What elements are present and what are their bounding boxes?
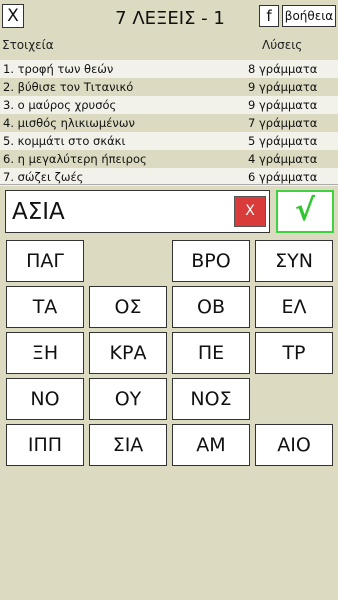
clue-text: 5. κομμάτι στο σκάκι xyxy=(3,134,126,148)
clue-solution-length: 5 γράμματα xyxy=(248,134,318,148)
syllable-tile[interactable]: ΟΒ xyxy=(172,286,250,328)
syllable-tile[interactable]: ΤΑ xyxy=(6,286,84,328)
page-title: 7 ΛΕΞΕΙΣ - 1 xyxy=(115,8,225,29)
top-bar: X 7 ΛΕΞΕΙΣ - 1 f βοήθεια xyxy=(0,0,338,36)
clue-solution-length: 4 γράμματα xyxy=(248,152,318,166)
syllable-tile[interactable]: ΟΣ xyxy=(89,286,167,328)
answer-field[interactable]: ΑΣΙΑ X xyxy=(5,190,270,233)
syllable-tile[interactable]: ΣΥΝ xyxy=(255,240,333,282)
syllable-tile[interactable]: ΑΜ xyxy=(172,424,250,466)
clue-solution-length: 7 γράμματα xyxy=(248,116,318,130)
clue-solution-length: 9 γράμματα xyxy=(248,98,318,112)
syllable-tile[interactable]: ΝΟ xyxy=(6,378,84,420)
clue-row: 5. κομμάτι στο σκάκι 5 γράμματα xyxy=(0,132,338,150)
close-button[interactable]: X xyxy=(2,4,24,28)
syllable-tile[interactable]: ΑΙΟ xyxy=(255,424,333,466)
clue-text: 4. μισθός ηλικιωμένων xyxy=(3,116,135,130)
syllable-tile[interactable]: ΠΕ xyxy=(172,332,250,374)
clue-text: 1. τροφή των θεών xyxy=(3,62,114,76)
clue-row: 1. τροφή των θεών 8 γράμματα xyxy=(0,60,338,78)
syllable-tile[interactable]: ΝΟΣ xyxy=(172,378,250,420)
syllable-tile[interactable]: ΠΑΓ xyxy=(6,240,84,282)
syllable-tile[interactable]: ΞΗ xyxy=(6,332,84,374)
syllable-tile[interactable]: ΟΥ xyxy=(89,378,167,420)
divider xyxy=(0,184,338,185)
syllable-tile[interactable]: ΣΙΑ xyxy=(89,424,167,466)
clue-row: 6. η μεγαλύτερη ήπειρος 4 γράμματα xyxy=(0,150,338,168)
clue-solution-length: 9 γράμματα xyxy=(248,80,318,94)
clue-text: 6. η μεγαλύτερη ήπειρος xyxy=(3,152,147,166)
facebook-button[interactable]: f xyxy=(259,5,279,27)
clue-solution-length: 8 γράμματα xyxy=(248,62,318,76)
help-button[interactable]: βοήθεια xyxy=(282,5,336,27)
syllable-tile[interactable]: ΙΠΠ xyxy=(6,424,84,466)
syllable-tile[interactable]: ΚΡΑ xyxy=(89,332,167,374)
clear-answer-button[interactable]: X xyxy=(234,196,266,227)
clue-row: 2. βύθισε τον Τιτανικό 9 γράμματα xyxy=(0,78,338,96)
syllable-tile[interactable]: ΤΡ xyxy=(255,332,333,374)
clue-row: 3. ο μαύρος χρυσός 9 γράμματα xyxy=(0,96,338,114)
solutions-column-header: Λύσεις xyxy=(262,38,303,52)
clue-text: 3. ο μαύρος χρυσός xyxy=(3,98,117,112)
clue-text: 2. βύθισε τον Τιτανικό xyxy=(3,80,134,94)
clues-column-header: Στοιχεία xyxy=(2,38,54,52)
syllable-tile[interactable]: ΕΛ xyxy=(255,286,333,328)
answer-text: ΑΣΙΑ xyxy=(12,199,65,225)
syllable-tile[interactable]: ΒΡΟ xyxy=(172,240,250,282)
clue-row: 4. μισθός ηλικιωμένων 7 γράμματα xyxy=(0,114,338,132)
clue-list: 1. τροφή των θεών 8 γράμματα 2. βύθισε τ… xyxy=(0,60,338,186)
submit-check-button[interactable]: √ xyxy=(276,190,334,233)
